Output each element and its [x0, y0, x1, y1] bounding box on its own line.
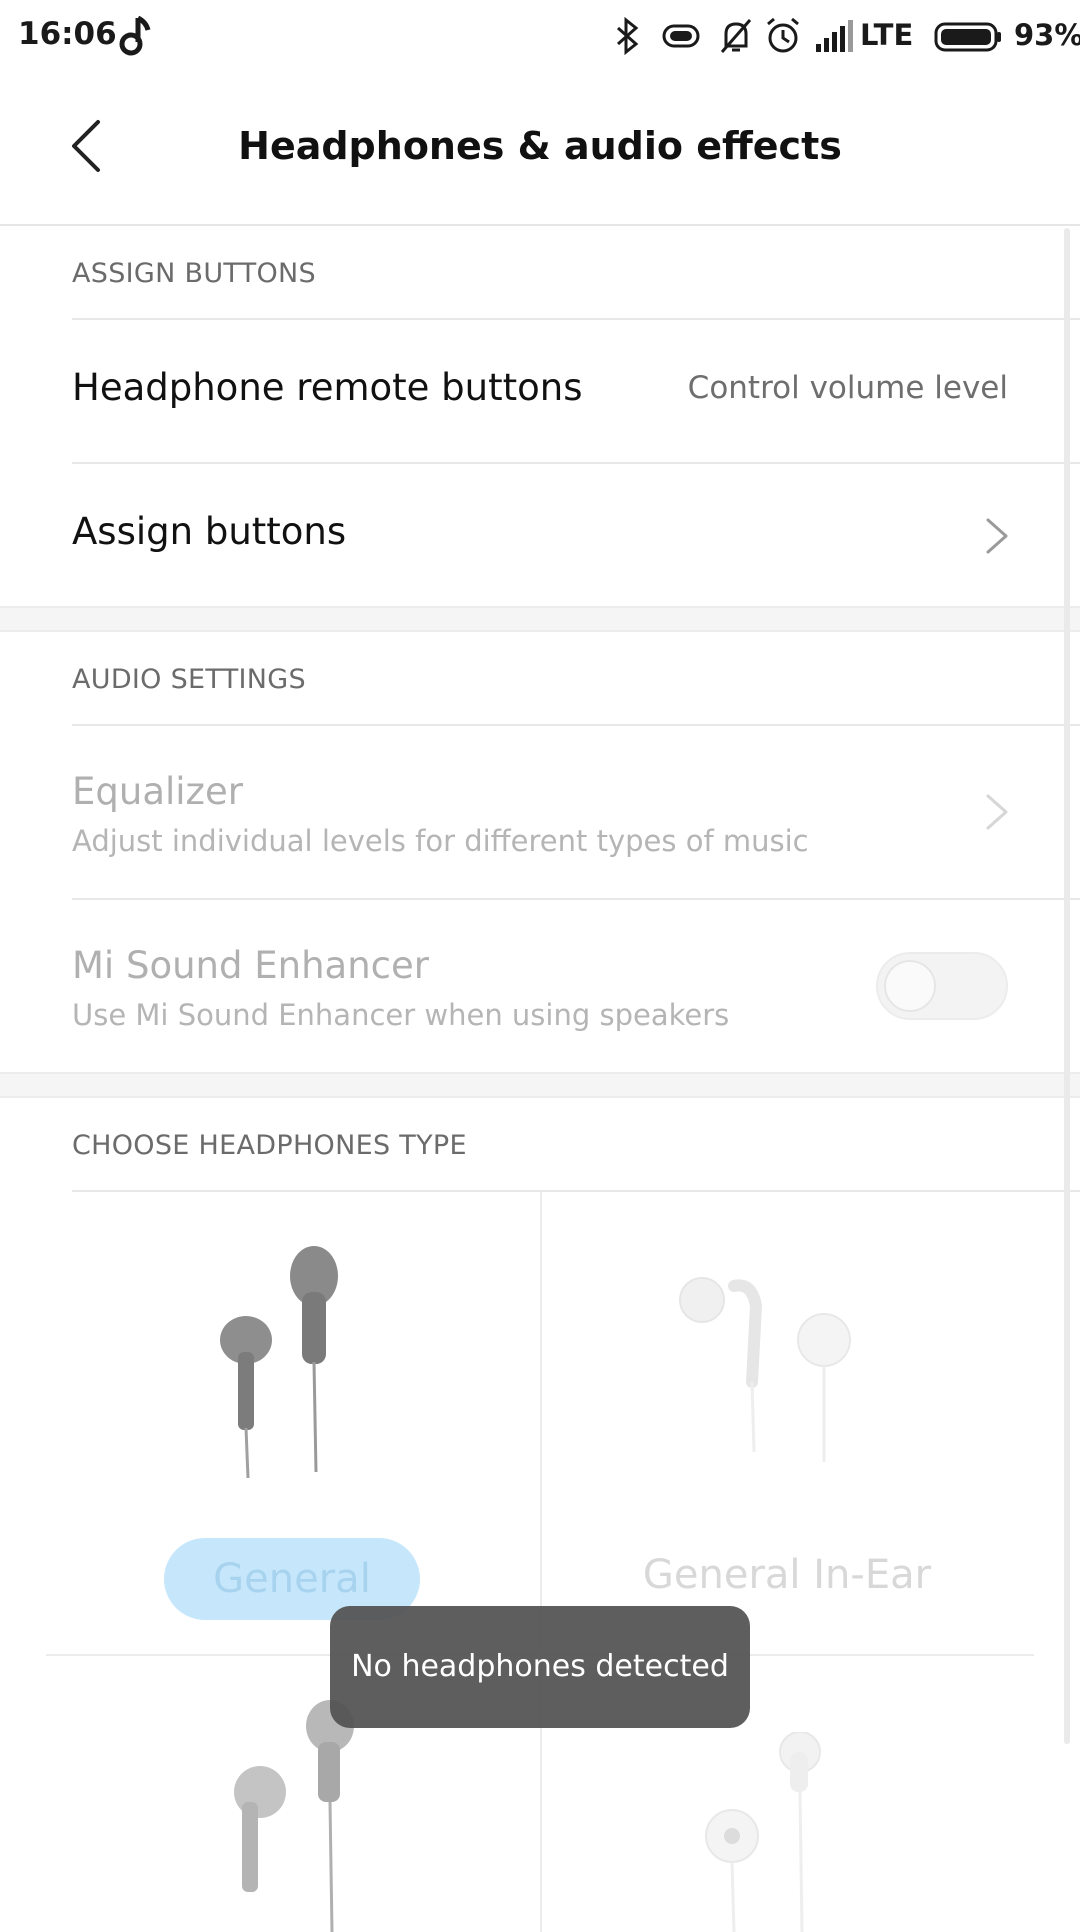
bell-off-icon [720, 19, 752, 53]
battery-percent: 93% [1014, 18, 1080, 52]
general-earbuds-image[interactable] [200, 1242, 380, 1482]
section-header-audio-settings: AUDIO SETTINGS [0, 632, 1080, 724]
section-header-headphones-type: CHOOSE HEADPHONES TYPE [0, 1098, 1080, 1190]
row-subtitle: Use Mi Sound Enhancer when using speaker… [72, 998, 730, 1032]
earbuds-image-3[interactable] [220, 1692, 380, 1932]
network-type: LTE [860, 18, 914, 52]
mi-sound-enhancer-toggle[interactable] [876, 952, 1008, 1020]
chevron-right-icon [986, 518, 1008, 554]
row-title: Equalizer [72, 770, 243, 813]
vibrate-icon [662, 24, 700, 48]
alarm-icon [767, 17, 799, 53]
section-header-assign-buttons: ASSIGN BUTTONS [0, 226, 1080, 318]
row-title: Mi Sound Enhancer [72, 944, 429, 987]
row-title: Assign buttons [72, 510, 347, 553]
signal-icon [816, 20, 853, 52]
toggle-knob [884, 960, 936, 1012]
section-gap [0, 1072, 1080, 1098]
scrollbar[interactable] [1064, 228, 1070, 1744]
in-ear-earbuds-image[interactable] [672, 1272, 872, 1472]
section-header-label: ASSIGN BUTTONS [72, 258, 316, 289]
toast-message: No headphones detected [330, 1606, 750, 1728]
headphone-remote-buttons-row[interactable]: Headphone remote buttons Control volume … [0, 320, 1080, 462]
music-note-icon [119, 16, 151, 56]
row-subtitle: Adjust individual levels for different t… [72, 824, 809, 858]
headphones-type-grid: General General In-Ear [0, 1192, 1080, 1932]
page-title: Headphones & audio effects [238, 124, 842, 168]
chevron-right-icon [986, 794, 1008, 830]
section-header-label: AUDIO SETTINGS [72, 664, 306, 695]
mi-sound-enhancer-row: Mi Sound Enhancer Use Mi Sound Enhancer … [0, 900, 1080, 1072]
status-bar: 16:06 LTE 93% [0, 0, 1080, 72]
row-value: Control volume level [687, 370, 1008, 406]
row-title: Headphone remote buttons [72, 366, 583, 409]
battery-icon [934, 22, 1001, 52]
section-gap [0, 606, 1080, 632]
general-in-ear-type-label[interactable]: General In-Ear [540, 1552, 1034, 1598]
section-header-label: CHOOSE HEADPHONES TYPE [72, 1130, 467, 1161]
app-bar: Headphones & audio effects [0, 72, 1080, 226]
in-ear-image-4[interactable] [690, 1732, 870, 1932]
equalizer-row[interactable]: Equalizer Adjust individual levels for d… [0, 726, 1080, 898]
bluetooth-icon [617, 16, 639, 56]
status-time: 16:06 [18, 16, 117, 52]
assign-buttons-row[interactable]: Assign buttons [0, 464, 1080, 606]
